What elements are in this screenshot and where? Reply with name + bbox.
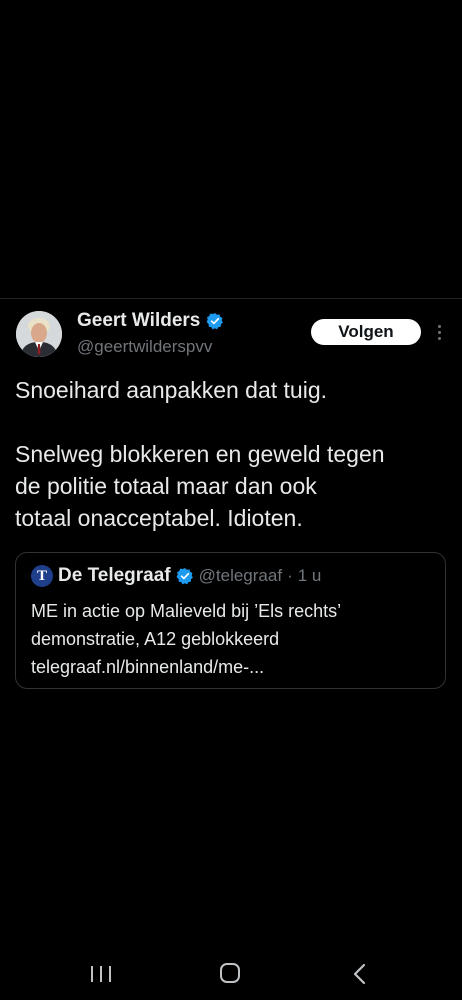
recent-bar bbox=[100, 966, 102, 982]
tweet-text: Snoeihard aanpakken dat tuig. Snelweg bl… bbox=[15, 374, 447, 534]
author-name[interactable]: Geert Wilders bbox=[77, 310, 200, 332]
quoted-text-line: demonstratie, A12 geblokkeerd bbox=[31, 629, 280, 649]
home-icon[interactable] bbox=[220, 963, 240, 983]
back-icon[interactable] bbox=[352, 963, 368, 985]
quoted-tweet-card[interactable]: T De Telegraaf @telegraaf · 1 u ME in ac… bbox=[15, 552, 446, 689]
quoted-author-handle: @telegraaf bbox=[198, 566, 283, 585]
quoted-tweet-header: T De Telegraaf @telegraaf · 1 u bbox=[31, 565, 321, 587]
verified-badge-icon bbox=[206, 312, 224, 330]
recent-bar bbox=[109, 966, 111, 982]
more-dot bbox=[437, 330, 441, 334]
more-dot bbox=[437, 324, 441, 328]
verified-badge-icon bbox=[176, 567, 194, 585]
quoted-text-line: ME in actie op Malieveld bij ’Els rechts… bbox=[31, 601, 342, 621]
quoted-link[interactable]: telegraaf.nl/binnenland/me-... bbox=[31, 653, 436, 681]
quoted-tweet-text: ME in actie op Malieveld bij ’Els rechts… bbox=[31, 597, 436, 681]
author-handle[interactable]: @geertwilderspvv bbox=[77, 337, 212, 357]
separator-dot: · bbox=[287, 566, 293, 585]
quoted-timestamp: 1 u bbox=[297, 566, 322, 585]
author-name-row: Geert Wilders bbox=[77, 310, 224, 332]
tweet-text-line: Snoeihard aanpakken dat tuig. bbox=[15, 377, 328, 403]
recent-apps-icon[interactable] bbox=[91, 966, 111, 982]
top-divider bbox=[0, 298, 462, 299]
follow-button[interactable]: Volgen bbox=[311, 319, 421, 345]
more-options-icon[interactable] bbox=[432, 320, 446, 344]
more-dot bbox=[437, 336, 441, 340]
tweet-text-line: totaal onacceptabel. Idioten. bbox=[15, 505, 303, 531]
quoted-author-name: De Telegraaf bbox=[58, 565, 171, 586]
quoted-author-avatar: T bbox=[31, 565, 53, 587]
recent-bar bbox=[91, 966, 93, 982]
author-avatar[interactable] bbox=[16, 311, 62, 357]
tweet-text-line: de politie totaal maar dan ook bbox=[15, 473, 317, 499]
system-nav-bar bbox=[0, 950, 462, 1000]
tweet-text-line: Snelweg blokkeren en geweld tegen bbox=[15, 441, 385, 467]
